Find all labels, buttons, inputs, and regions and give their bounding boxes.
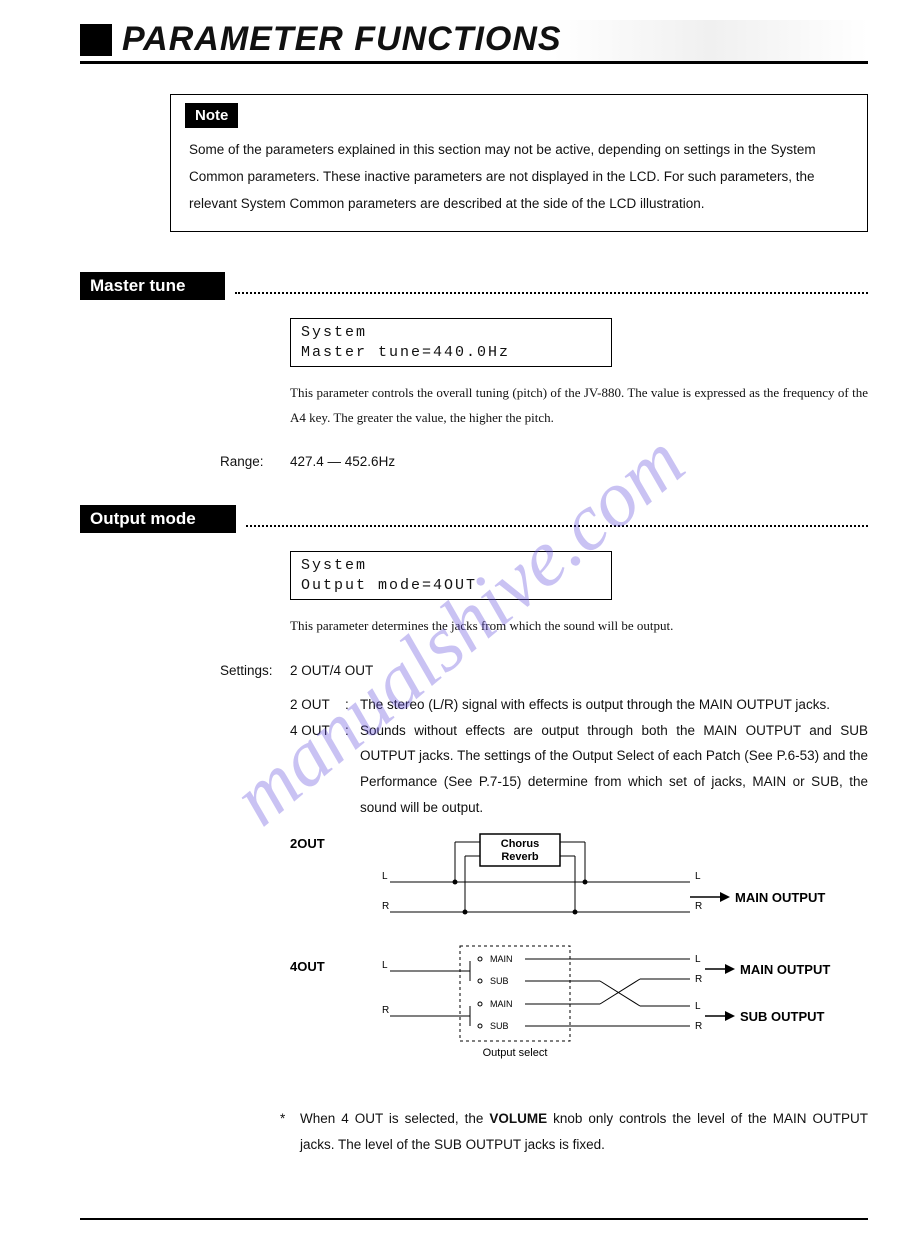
lcd-line: Master tune=440.0Hz	[301, 344, 510, 361]
range-row: Range: 427.4 — 452.6Hz	[220, 448, 868, 475]
range-label: Range:	[220, 448, 290, 475]
section-head-row-output: Output mode	[80, 505, 868, 533]
footnote-pre: When 4 OUT is selected, the	[300, 1111, 489, 1126]
lcd-line: System	[301, 324, 367, 341]
diag-label-4out: 4OUT	[290, 959, 325, 974]
dotted-leader	[235, 291, 868, 294]
paragraph-output-mode: This parameter determines the jacks from…	[290, 614, 868, 639]
footnote-body: When 4 OUT is selected, the VOLUME knob …	[300, 1106, 868, 1157]
paragraph-master-tune: This parameter controls the overall tuni…	[290, 381, 868, 430]
diag-chorus: Chorus	[501, 838, 540, 850]
setting-val-4out: Sounds without effects are output throug…	[360, 718, 868, 821]
diag-L: L	[695, 871, 701, 882]
footer-rule	[80, 1218, 868, 1220]
diag-sub-output: SUB OUTPUT	[740, 1009, 825, 1024]
setting-2out: 2 OUT : The stereo (L/R) signal with eff…	[290, 692, 868, 718]
diagram-4out-svg: 4OUT Output select L R MAIN SUB MAIN SUB…	[290, 941, 850, 1071]
setting-4out: 4 OUT : Sounds without effects are outpu…	[290, 718, 868, 821]
diag-main-output: MAIN OUTPUT	[740, 962, 830, 977]
diag-main-output: MAIN OUTPUT	[735, 890, 825, 905]
svg-text:MAIN: MAIN	[490, 954, 513, 964]
svg-text:MAIN: MAIN	[490, 999, 513, 1009]
lcd-line: Output mode=4OUT	[301, 577, 477, 594]
lcd-line: System	[301, 557, 367, 574]
asterisk-icon: *	[280, 1106, 300, 1157]
diag-L: L	[382, 871, 388, 882]
note-box: Note Some of the parameters explained in…	[170, 94, 868, 232]
svg-text:R: R	[695, 974, 702, 985]
footnote-bold: VOLUME	[489, 1111, 547, 1126]
section-head-master-tune: Master tune	[80, 272, 225, 300]
settings-row: Settings: 2 OUT/4 OUT	[220, 657, 868, 684]
svg-text:L: L	[382, 960, 388, 971]
diag-label-2out: 2OUT	[290, 836, 325, 851]
svg-text:R: R	[695, 1021, 702, 1032]
setting-key-2out: 2 OUT	[290, 692, 345, 718]
setting-key-4out: 4 OUT	[290, 718, 345, 821]
diag-output-select: Output select	[483, 1047, 548, 1059]
diagram-2out: 2OUT Chorus Reverb L L R R MAIN OUTPUT	[290, 832, 868, 937]
svg-text:SUB: SUB	[490, 976, 509, 986]
svg-text:SUB: SUB	[490, 1021, 509, 1031]
manual-page: manualshive.com PARAMETER FUNCTIONS Note…	[0, 0, 918, 1260]
title-square-icon	[80, 24, 112, 56]
diag-R: R	[695, 901, 702, 912]
colon: :	[345, 692, 360, 718]
section-head-row-master: Master tune	[80, 272, 868, 300]
svg-text:R: R	[382, 1005, 389, 1016]
note-body: Some of the parameters explained in this…	[171, 128, 867, 231]
section-head-output-mode: Output mode	[80, 505, 236, 533]
diagram-2out-svg: 2OUT Chorus Reverb L L R R MAIN OUTPUT	[290, 832, 850, 932]
page-title: PARAMETER FUNCTIONS	[122, 20, 562, 59]
lcd-output-mode: System Output mode=4OUT	[290, 551, 612, 600]
range-value: 427.4 — 452.6Hz	[290, 448, 868, 475]
colon: :	[345, 718, 360, 821]
settings-label: Settings:	[220, 657, 290, 684]
diag-reverb: Reverb	[501, 851, 539, 863]
svg-text:L: L	[695, 954, 701, 965]
note-label: Note	[185, 103, 238, 128]
diagram-4out: 4OUT Output select L R MAIN SUB MAIN SUB…	[290, 941, 868, 1076]
footnote: * When 4 OUT is selected, the VOLUME kno…	[280, 1106, 868, 1157]
settings-value: 2 OUT/4 OUT	[290, 657, 868, 684]
diag-R: R	[382, 901, 389, 912]
dotted-leader	[246, 524, 868, 527]
title-bar: PARAMETER FUNCTIONS	[80, 20, 868, 64]
setting-val-2out: The stereo (L/R) signal with effects is …	[360, 692, 868, 718]
svg-text:L: L	[695, 1001, 701, 1012]
lcd-master-tune: System Master tune=440.0Hz	[290, 318, 612, 367]
